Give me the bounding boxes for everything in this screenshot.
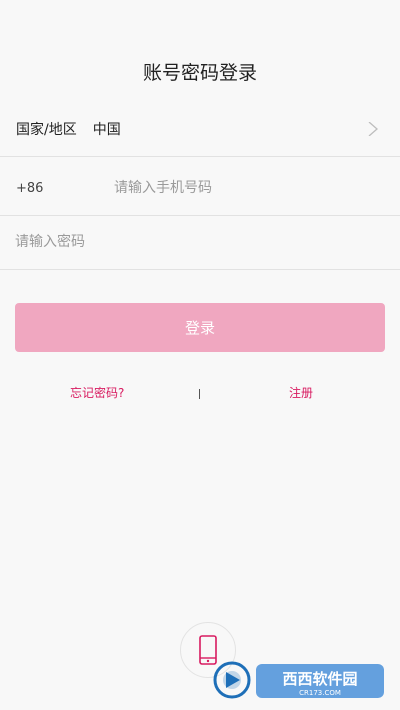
region-value: 中国	[92, 122, 121, 138]
phone-input[interactable]	[112, 179, 346, 197]
country-code[interactable]: +86	[16, 181, 96, 196]
password-row	[0, 215, 400, 270]
login-button[interactable]: 登录	[15, 303, 385, 352]
watermark-logo: 西西软件园 CR173.COM	[213, 661, 384, 699]
svg-text:CR173.COM: CR173.COM	[299, 689, 341, 697]
chevron-right-icon	[368, 122, 378, 136]
auth-links: 忘记密码? 注册	[0, 384, 400, 404]
region-label: 国家/地区	[16, 122, 77, 138]
svg-text:西西软件园: 西西软件园	[282, 670, 357, 688]
register-link[interactable]: 注册	[289, 384, 313, 401]
forgot-password-link[interactable]: 忘记密码?	[70, 384, 124, 401]
page-title: 账号密码登录	[142, 62, 257, 84]
link-divider	[199, 389, 200, 399]
password-input[interactable]	[13, 233, 317, 251]
region-selector[interactable]: 国家/地区 中国	[0, 102, 400, 157]
phone-row: +86	[0, 161, 400, 216]
